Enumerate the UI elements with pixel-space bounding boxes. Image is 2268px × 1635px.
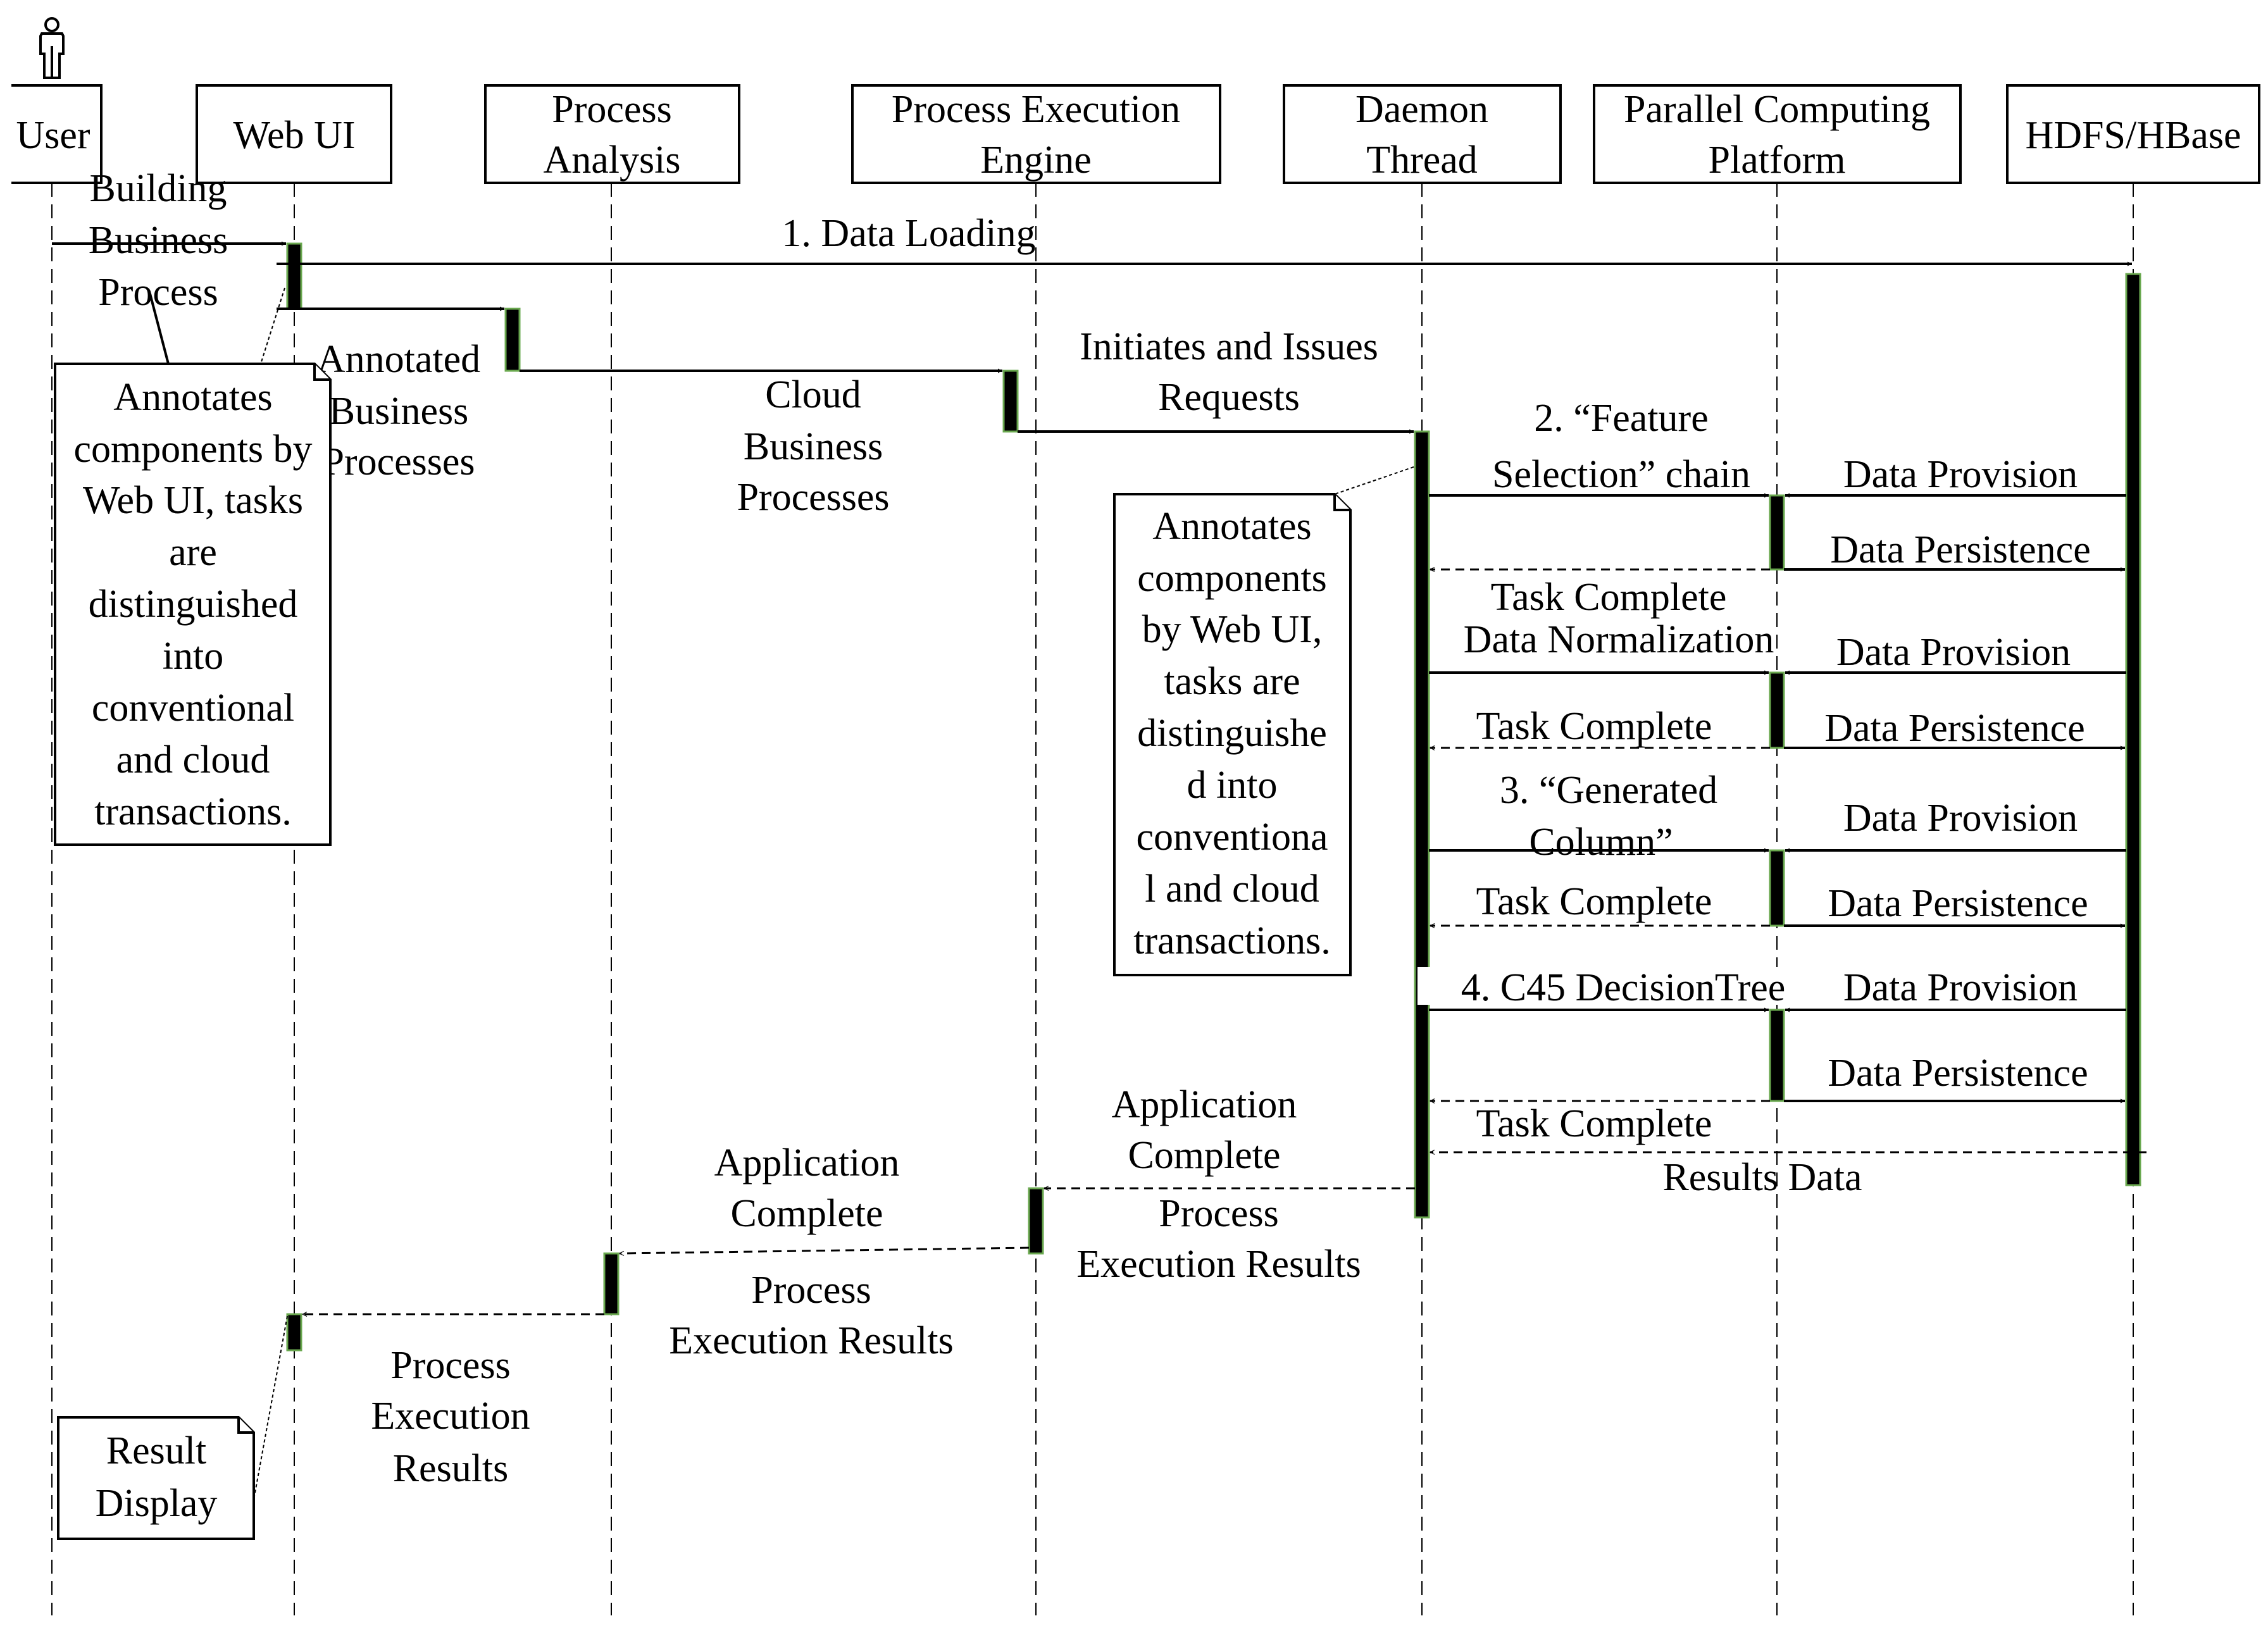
- message-label: Process: [751, 1269, 871, 1312]
- message-label: Data Persistence: [1828, 882, 2088, 925]
- activation-pcp-1: [1769, 494, 1785, 571]
- message-label: Data Provision: [1843, 797, 2078, 840]
- message-label: Process: [390, 1344, 510, 1387]
- message-label: Execution Results: [1076, 1243, 1361, 1286]
- message-label: Cloud: [765, 373, 861, 416]
- message-label: Task Complete: [1476, 880, 1712, 923]
- message-label: Process: [98, 271, 218, 314]
- note-line: transactions.: [1133, 919, 1331, 962]
- message-label: Initiates and Issues: [1080, 325, 1378, 368]
- message-label: Data Provision: [1843, 966, 2078, 1009]
- participant-hdfs-hbase: HDFS/HBase: [2006, 84, 2260, 184]
- message-label: Task Complete: [1476, 705, 1712, 748]
- note-line: transactions.: [94, 790, 292, 833]
- note-line: components by: [73, 428, 312, 471]
- message-label: Processes: [737, 476, 889, 519]
- sequence-diagram: User Web UI Process Analysis Process Exe…: [11, 17, 2260, 1615]
- person-icon: [39, 17, 65, 79]
- message-label: Requests: [1158, 376, 1300, 419]
- note-result-display: Result Display: [57, 1315, 288, 1540]
- activation-hdfs: [2125, 273, 2141, 1186]
- note-line: Web UI, tasks: [83, 479, 303, 522]
- note-line: components: [1137, 557, 1327, 600]
- activation-pee-2: [1028, 1187, 1044, 1255]
- message-label: Execution Results: [669, 1319, 953, 1362]
- activation-process-analysis-1: [504, 308, 521, 372]
- message-label: Task Complete: [1476, 1102, 1712, 1145]
- participant-parallel-computing-platform: Parallel Computing Platform: [1593, 84, 1962, 184]
- participant-label: Thread: [1366, 139, 1478, 182]
- participant-label: HDFS/HBase: [2025, 114, 2241, 157]
- message-label: Process: [1159, 1192, 1278, 1235]
- activation-pcp-2: [1769, 671, 1785, 749]
- note-line: conventional: [92, 687, 294, 730]
- message-label: Results Data: [1662, 1156, 1862, 1199]
- note-line: l and cloud: [1145, 867, 1319, 911]
- participant-label: Platform: [1709, 139, 1846, 182]
- messages: Building Business Process 1. Data Loadin…: [52, 167, 2146, 1490]
- note-webui-annotation: Annotates components by Web UI, tasks ar…: [54, 287, 332, 846]
- message-label: Processes: [322, 440, 475, 483]
- message-label: Data Persistence: [1830, 528, 2090, 571]
- message-label: Application: [714, 1141, 900, 1184]
- activation-pcp-4: [1769, 1009, 1785, 1102]
- activation-webui-2: [286, 1313, 302, 1352]
- note-line: by Web UI,: [1142, 608, 1323, 651]
- note-line: Annotates: [113, 376, 272, 419]
- return-arrow: [618, 1246, 1030, 1256]
- note-line: are: [169, 531, 217, 574]
- participant-user: User: [11, 84, 103, 184]
- message-label: Data Persistence: [1828, 1052, 2088, 1095]
- participant-label: Web UI: [234, 114, 356, 157]
- note-line: distinguished: [89, 583, 298, 626]
- message-label: 2. “Feature: [1534, 397, 1708, 440]
- participant-label: User: [16, 114, 90, 157]
- participant-label: Daemon: [1355, 88, 1488, 131]
- message-label: Results: [393, 1447, 509, 1490]
- message-label: Execution: [371, 1395, 530, 1438]
- message-label: Complete: [1128, 1134, 1280, 1177]
- note-line: and cloud: [116, 738, 270, 781]
- note-line: into: [163, 635, 223, 678]
- message-label: Application: [1112, 1083, 1297, 1126]
- participant-label: Analysis: [544, 139, 681, 182]
- message-label: Data Provision: [1843, 453, 2078, 496]
- note-daemon-annotation: Annotates components by Web UI, tasks ar…: [1113, 466, 1414, 976]
- note-line: d into: [1187, 764, 1278, 807]
- note-line: tasks are: [1164, 660, 1300, 703]
- message-label: Data Provision: [1836, 631, 2071, 674]
- message-label: Selection” chain: [1492, 453, 1750, 496]
- participant-daemon-thread: Daemon Thread: [1283, 84, 1562, 184]
- message-label: Data Normalization: [1464, 618, 1774, 661]
- message-label: 4. C45 DecisionTree: [1461, 966, 1786, 1009]
- activation-daemon: [1414, 430, 1430, 1219]
- note-line: distinguishe: [1137, 712, 1327, 755]
- message-label: Business: [744, 425, 883, 468]
- message-label: Business: [89, 219, 228, 262]
- participant-label: Process Execution: [892, 88, 1180, 131]
- activation-pee-1: [1002, 370, 1019, 433]
- participant-label: Engine: [980, 139, 1092, 182]
- message-label: 1. Data Loading: [782, 212, 1035, 255]
- note-line: conventiona: [1136, 816, 1328, 859]
- participant-process-analysis: Process Analysis: [484, 84, 740, 184]
- participant-process-execution-engine: Process Execution Engine: [851, 84, 1221, 184]
- message-label: Data Persistence: [1824, 707, 2084, 750]
- message-label: Building: [89, 167, 227, 210]
- note-line: Annotates: [1152, 505, 1311, 548]
- activation-process-analysis-2: [603, 1252, 620, 1315]
- message-label: Annotated: [317, 338, 480, 381]
- note-line: Display: [96, 1482, 218, 1525]
- message-label: Complete: [730, 1192, 883, 1235]
- participant-label: Parallel Computing: [1624, 88, 1930, 131]
- message-label: Task Complete: [1491, 576, 1727, 619]
- activation-pcp-3: [1769, 849, 1785, 927]
- participant-label: Process: [552, 88, 671, 131]
- note-line: Result: [106, 1429, 206, 1472]
- message-label: Business: [329, 390, 468, 433]
- activation-webui-1: [286, 242, 302, 310]
- message-label: Column”: [1529, 821, 1673, 864]
- message-label: 3. “Generated: [1500, 769, 1717, 812]
